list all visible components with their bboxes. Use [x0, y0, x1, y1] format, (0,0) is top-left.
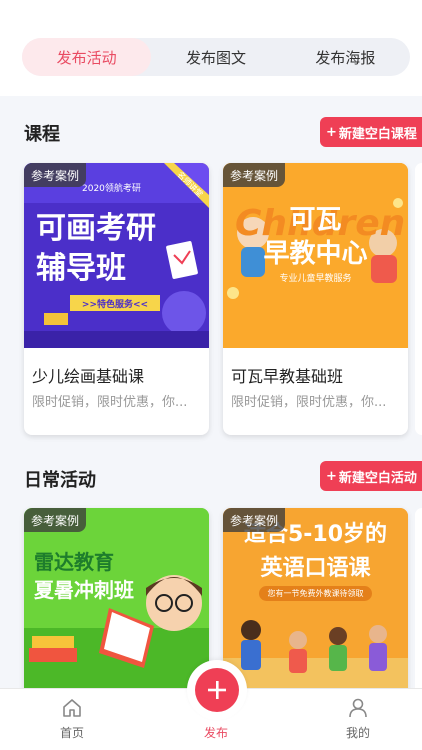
poster-early-edu: Children 可瓦 早教中心 专业儿童早教服务 参考案例 [223, 163, 408, 348]
poster-radar: 雷达教育 夏暑冲刺班 参考案例 [24, 508, 209, 693]
activity-card-english[interactable]: 适合5-10岁的 英语口语课 您有一节免费外教课待领取 参考案例 [223, 508, 408, 698]
home-icon [63, 699, 81, 717]
nav-mine[interactable]: 我的 [318, 689, 398, 750]
course-card-early-edu[interactable]: Children 可瓦 早教中心 专业儿童早教服务 参考案例 可瓦早教基础班 限… [223, 163, 408, 435]
top-bar: 发布活动 发布图文 发布海报 [0, 0, 422, 96]
tab-publish-article[interactable]: 发布图文 [151, 38, 280, 76]
reference-badge: 参考案例 [24, 163, 87, 187]
publish-type-tabs: 发布活动 发布图文 发布海报 [22, 38, 410, 76]
poster-english-title-2: 英语口语课 [260, 556, 371, 581]
poster-kaoyan-title-1: 可画考研 [36, 211, 156, 246]
nav-publish-label: 发布 [203, 726, 228, 740]
course-name: 少儿绘画基础课 [32, 367, 145, 386]
tab-publish-activity[interactable]: 发布活动 [22, 38, 152, 76]
section-title-course: 课程 [24, 124, 60, 145]
course-desc: 限时促销，限时优惠，你... [231, 395, 387, 410]
nav-mine-label: 我的 [345, 726, 370, 740]
next-card-peek [415, 163, 422, 435]
reference-badge: 参考案例 [223, 508, 286, 532]
next-card-peek [415, 508, 422, 698]
nav-home-label: 首页 [59, 726, 84, 740]
new-blank-activity-label: 新建空白活动 [338, 470, 417, 486]
poster-radar-title-1: 雷达教育 [34, 550, 114, 574]
poster-early-edu-sub: 专业儿童早教服务 [279, 274, 352, 284]
poster-kaoyan: 2020领航考研 名师讲堂 可画考研 辅导班 >>特色服务<< 参考案例 [24, 163, 209, 348]
course-desc: 限时促销，限时优惠，你... [32, 395, 188, 410]
publish-fab-circle [195, 668, 239, 712]
poster-early-edu-title-1: 可瓦 [289, 205, 342, 235]
new-blank-course-button[interactable]: + 新建空白课程 [320, 117, 422, 147]
poster-kaoyan-title-2: 辅导班 [36, 251, 126, 286]
course-name: 可瓦早教基础班 [231, 367, 344, 386]
user-icon [349, 698, 367, 718]
nav-home[interactable]: 首页 [32, 689, 112, 750]
activity-card-radar[interactable]: 雷达教育 夏暑冲刺班 参考案例 [24, 508, 209, 698]
plus-icon: + [326, 124, 337, 140]
tab-publish-poster[interactable]: 发布海报 [281, 38, 410, 76]
poster-english: 适合5-10岁的 英语口语课 您有一节免费外教课待领取 参考案例 [223, 508, 408, 693]
reference-badge: 参考案例 [24, 508, 87, 532]
poster-kaoyan-button: >>特色服务<< [70, 295, 160, 311]
poster-early-edu-title-2: 早教中心 [263, 239, 368, 269]
new-blank-course-label: 新建空白课程 [338, 126, 417, 142]
course-card-drawing[interactable]: 2020领航考研 名师讲堂 可画考研 辅导班 >>特色服务<< 参考案例 少儿绘… [24, 163, 209, 435]
poster-english-sub: 您有一节免费外教课待领取 [259, 586, 372, 601]
reference-badge: 参考案例 [223, 163, 286, 187]
section-title-activity: 日常活动 [24, 470, 96, 491]
plus-icon [208, 681, 226, 699]
poster-radar-title-2: 夏暑冲刺班 [34, 578, 134, 602]
poster-kaoyan-topline: 2020领航考研 [82, 184, 141, 194]
new-blank-activity-button[interactable]: + 新建空白活动 [320, 461, 422, 491]
publish-fab[interactable] [187, 660, 247, 720]
plus-icon: + [326, 468, 337, 484]
